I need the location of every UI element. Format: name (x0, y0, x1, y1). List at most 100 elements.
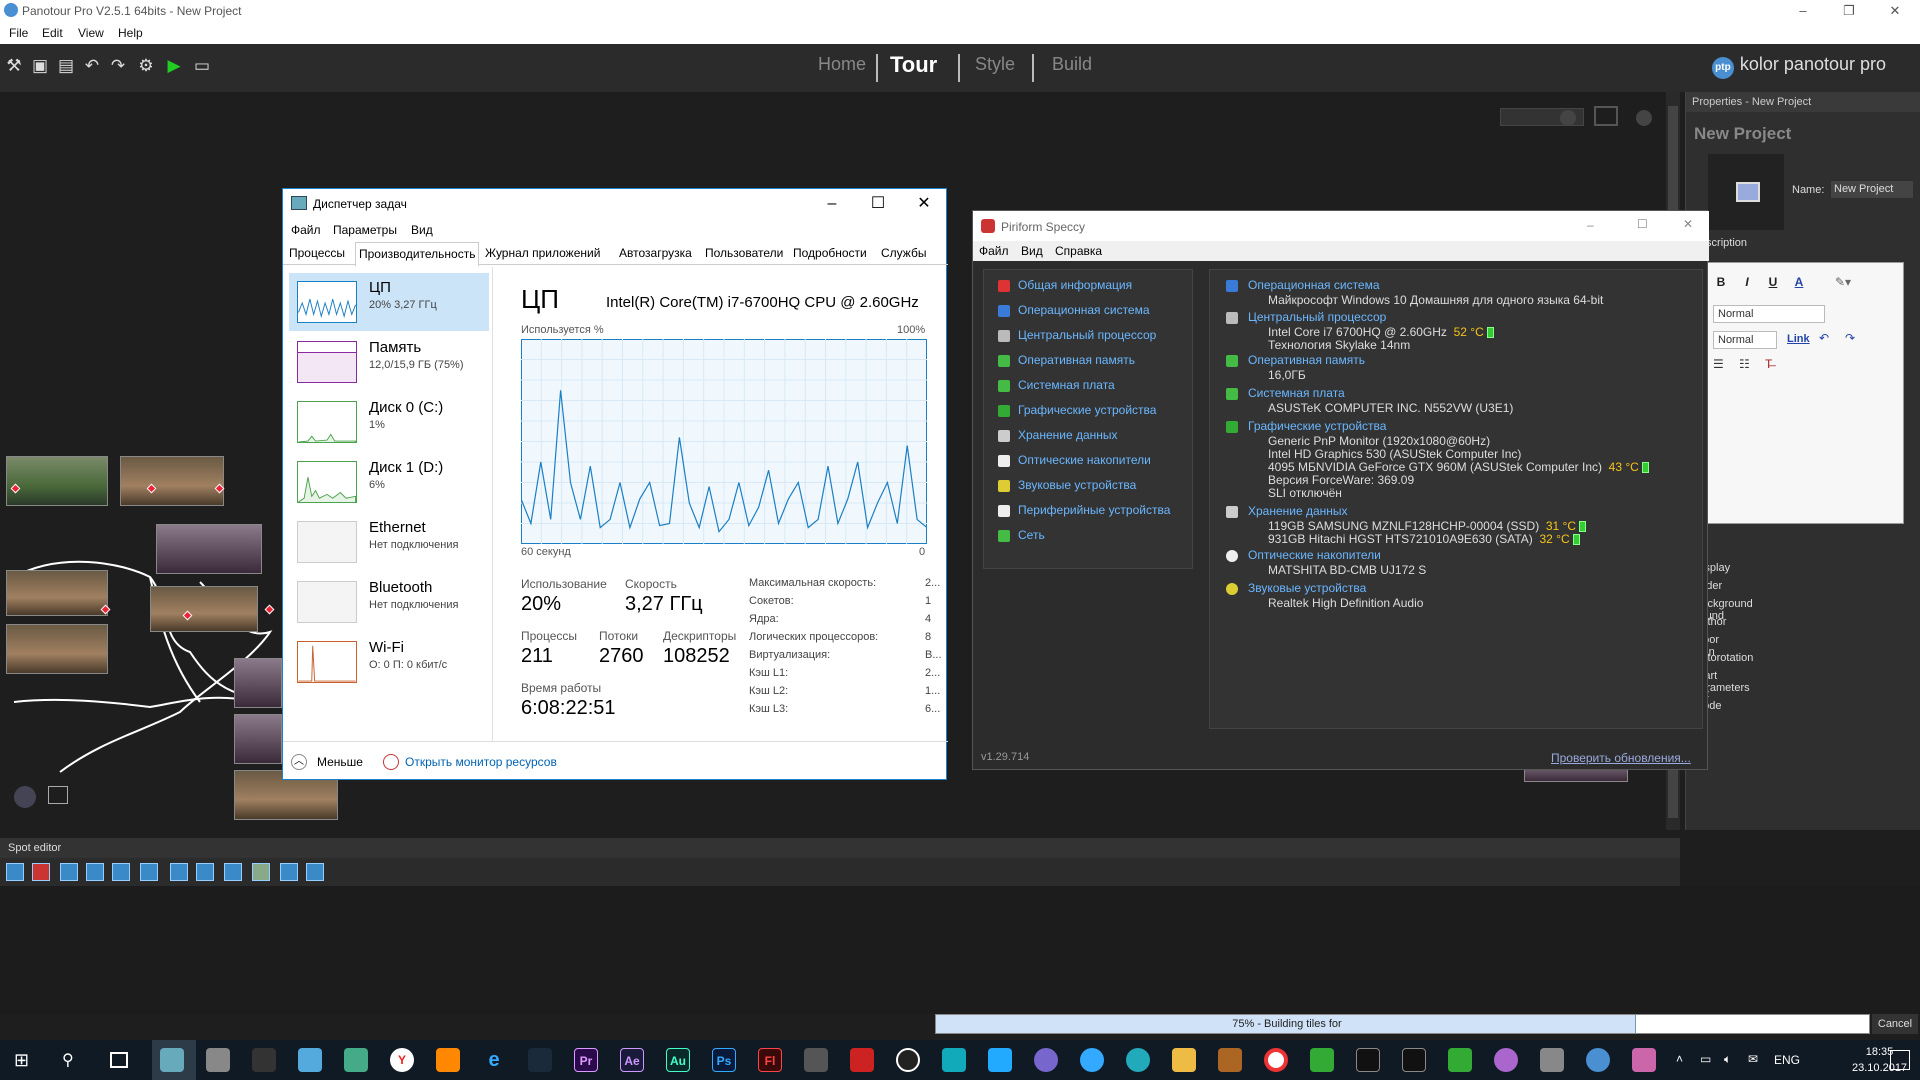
add-polygon-spot-icon[interactable] (86, 863, 104, 881)
task-manager-taskbar-icon[interactable] (160, 1048, 184, 1072)
speccy-menu-file[interactable]: Файл (979, 244, 1009, 258)
app-taskbar-icon[interactable] (206, 1048, 230, 1072)
description-editor[interactable]: B I U A ✎▾ Normal Normal Link ↶ ↷ ☰ ☷ T̶ (1706, 262, 1904, 524)
add-link-icon[interactable] (224, 863, 242, 881)
tools-icon[interactable]: ⚒ (4, 56, 24, 76)
app-taskbar-icon[interactable] (942, 1048, 966, 1072)
resource-disk1[interactable]: Диск 1 (D:) 6% (289, 453, 489, 511)
tm-menu-options[interactable]: Параметры (333, 223, 397, 237)
undo-icon[interactable]: ↶ (82, 56, 102, 76)
panorama-thumbnail[interactable] (120, 456, 224, 506)
select-tool-icon[interactable] (6, 863, 24, 881)
tab-startup[interactable]: Автозагрузка (619, 246, 692, 260)
nav-style[interactable]: Style (975, 54, 1015, 75)
console-icon[interactable] (1402, 1048, 1426, 1072)
edge-icon[interactable]: e (482, 1048, 506, 1072)
add-spot-icon[interactable] (60, 863, 78, 881)
gear-icon[interactable]: ⚙ (136, 56, 156, 76)
nav-os[interactable]: Операционная система (998, 303, 1150, 317)
webstorm-icon[interactable] (1448, 1048, 1472, 1072)
folder-icon[interactable]: ▭ (192, 56, 212, 76)
minimize-icon[interactable]: – (1587, 218, 1594, 232)
app-taskbar-icon[interactable] (1632, 1048, 1656, 1072)
tm-menu-file[interactable]: Файл (291, 223, 321, 237)
panorama-thumbnail[interactable] (234, 714, 282, 764)
nav-audio[interactable]: Звуковые устройства (998, 478, 1136, 492)
skype-icon[interactable] (988, 1048, 1012, 1072)
add-sound-icon[interactable] (306, 863, 324, 881)
italic-button[interactable]: I (1739, 275, 1755, 291)
chevron-up-icon[interactable]: ︿ (291, 754, 307, 770)
app-taskbar-icon[interactable] (1540, 1048, 1564, 1072)
menu-edit[interactable]: Edit (42, 26, 63, 40)
section-title[interactable]: Хранение данных (1248, 504, 1348, 518)
yandex-icon[interactable]: Y (390, 1048, 414, 1072)
zoom-in-icon[interactable] (1636, 110, 1652, 126)
minimize-icon[interactable]: – (1780, 0, 1826, 22)
app-taskbar-icon[interactable] (298, 1048, 322, 1072)
format-select[interactable]: Normal (1713, 305, 1825, 323)
nav-peripherals[interactable]: Периферийные устройства (998, 503, 1170, 517)
size-select[interactable]: Normal (1713, 331, 1777, 349)
close-icon[interactable]: ✕ (901, 189, 947, 219)
clear-format-icon[interactable]: T̶ (1765, 357, 1772, 371)
section-title[interactable]: Звуковые устройства (1248, 581, 1366, 595)
notification-icon[interactable]: ✉ (1748, 1052, 1758, 1066)
section-title[interactable]: Центральный процессор (1248, 310, 1386, 324)
panorama-thumbnail[interactable] (150, 586, 258, 632)
redo-icon[interactable]: ↷ (1845, 331, 1855, 345)
text-color-button[interactable]: A (1791, 275, 1807, 291)
menu-help[interactable]: Help (118, 26, 143, 40)
photoshop-icon[interactable]: Ps (712, 1048, 736, 1072)
search-icon[interactable]: ⚲ (62, 1050, 74, 1070)
cancel-button[interactable]: Cancel (1872, 1014, 1918, 1034)
app-taskbar-icon[interactable] (850, 1048, 874, 1072)
task-view-icon[interactable] (110, 1052, 128, 1068)
add-video-icon[interactable] (280, 863, 298, 881)
panorama-thumbnail[interactable] (6, 456, 108, 506)
gamepad-icon[interactable] (252, 1048, 276, 1072)
section-title[interactable]: Графические устройства (1248, 419, 1386, 433)
maximize-icon[interactable]: ☐ (1637, 217, 1648, 231)
resource-ethernet[interactable]: Ethernet Нет подключения (289, 513, 489, 571)
speccy-menu-help[interactable]: Справка (1055, 244, 1102, 258)
menu-file[interactable]: File (9, 26, 28, 40)
add-area-icon[interactable] (252, 863, 270, 881)
language-indicator[interactable]: ENG (1774, 1053, 1800, 1067)
fit-view-icon[interactable] (1594, 106, 1618, 126)
nav-ram[interactable]: Оперативная память (998, 353, 1135, 367)
app-taskbar-icon[interactable] (1080, 1048, 1104, 1072)
panorama-thumbnail[interactable] (6, 570, 108, 616)
save-as-icon[interactable]: ▤ (56, 56, 76, 76)
tab-services[interactable]: Службы (881, 246, 926, 260)
tab-details[interactable]: Подробности (793, 246, 867, 260)
add-image-spot-icon[interactable] (112, 863, 130, 881)
nav-home[interactable]: Home (818, 54, 866, 75)
highlight-icon[interactable]: ✎▾ (1835, 275, 1851, 289)
globe-icon[interactable] (14, 786, 36, 808)
tab-processes[interactable]: Процессы (289, 246, 345, 260)
after-effects-icon[interactable]: Ae (620, 1048, 644, 1072)
resource-wifi[interactable]: Wi-Fi О: 0 П: 0 кбит/с (289, 633, 489, 691)
tab-app-history[interactable]: Журнал приложений (485, 246, 600, 260)
add-point-icon[interactable] (170, 863, 188, 881)
section-title[interactable]: Оперативная память (1248, 353, 1365, 367)
nav-build[interactable]: Build (1052, 54, 1092, 75)
nav-network[interactable]: Сеть (998, 528, 1045, 542)
tab-performance[interactable]: Производительность (355, 242, 480, 266)
network-icon[interactable]: ▭ (1700, 1052, 1711, 1066)
rect-select-icon[interactable] (32, 863, 50, 881)
check-updates-link[interactable]: Проверить обновления... (1551, 751, 1691, 765)
maximize-icon[interactable]: ☐ (855, 189, 901, 219)
app-taskbar-icon[interactable] (344, 1048, 368, 1072)
app-taskbar-icon[interactable] (1494, 1048, 1518, 1072)
steam-icon[interactable] (528, 1048, 552, 1072)
panorama-thumbnail[interactable] (6, 624, 108, 674)
chevron-up-icon[interactable]: ˄ (1676, 1052, 1683, 1066)
tm-menu-view[interactable]: Вид (411, 223, 433, 237)
panorama-thumbnail[interactable] (234, 658, 282, 708)
panorama-thumbnail[interactable] (156, 524, 262, 574)
section-title[interactable]: Операционная система (1248, 278, 1380, 292)
name-input[interactable]: New Project (1831, 181, 1913, 198)
resource-cpu[interactable]: ЦП 20% 3,27 ГГц (289, 273, 489, 331)
